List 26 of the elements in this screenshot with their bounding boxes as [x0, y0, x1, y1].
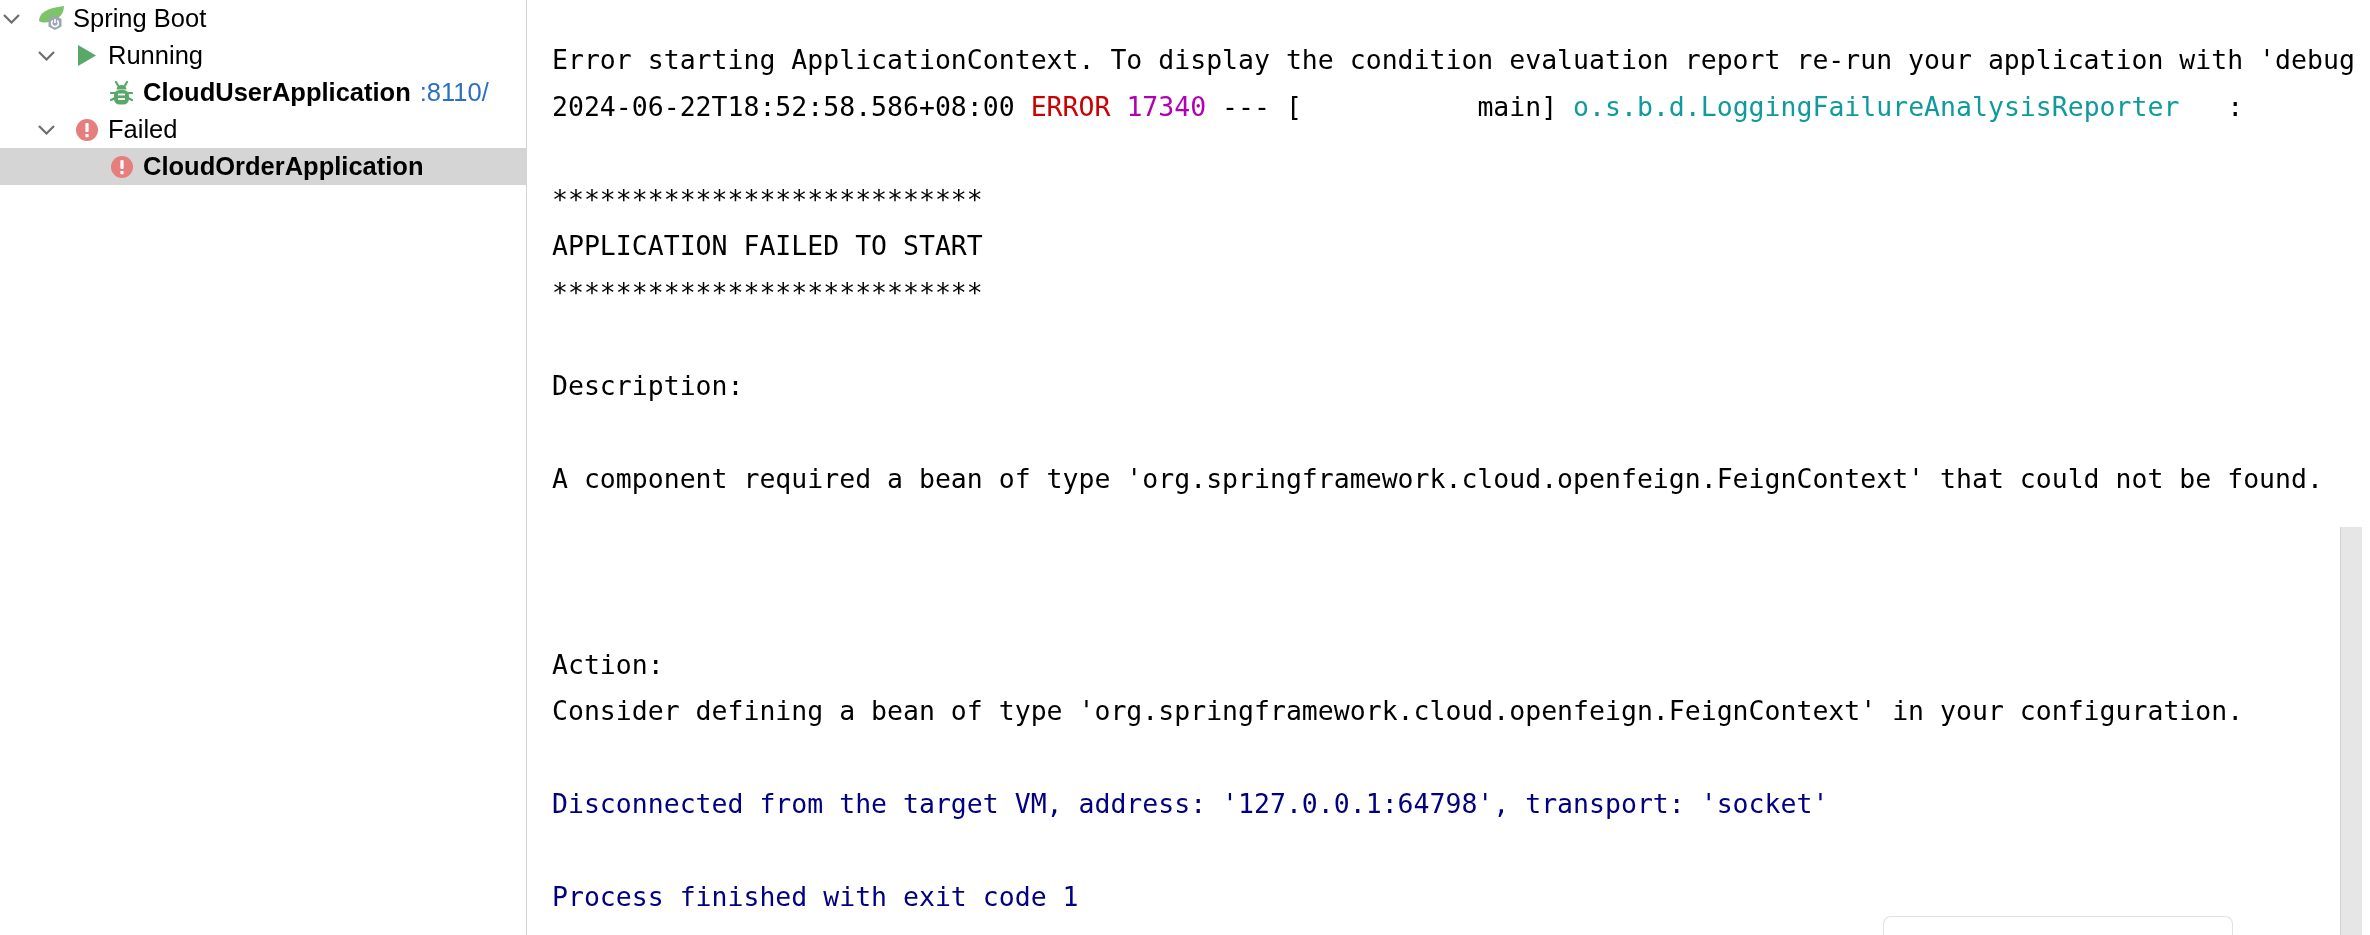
error-icon: [110, 155, 133, 178]
leaf-gear-icon: [37, 6, 66, 31]
chevron-down-icon[interactable]: [38, 124, 55, 135]
tree-item[interactable]: Running: [0, 37, 526, 74]
output-line: A component required a bean of type 'org.springframework.cloud.openfeign.FeignContext' that could not be found.: [552, 461, 2324, 496]
tree-item[interactable]: Failed: [0, 111, 526, 148]
tree-item[interactable]: CloudUserApplication :8110/: [0, 74, 526, 111]
chevron-down-icon[interactable]: [38, 50, 55, 61]
output-line: ***************************: [552, 275, 984, 310]
output-line: ***************************: [552, 182, 984, 217]
output-line: Action:: [552, 647, 665, 682]
system-message: Disconnected from the target VM, address: '127.0.0.1:64798', transport: 'socket': [552, 787, 1830, 821]
error-icon: [75, 118, 98, 141]
tree-item[interactable]: Spring Boot: [0, 0, 526, 37]
bug-icon: [110, 80, 133, 105]
output-line: Error starting ApplicationContext. To display the condition evaluation report re-run your application with 'debug: [552, 43, 2356, 77]
output-line: Description:: [552, 368, 745, 403]
port-link[interactable]: :8110/: [419, 78, 489, 107]
chevron-down-icon[interactable]: [3, 13, 20, 24]
play-icon: [77, 45, 96, 66]
tree-item[interactable]: CloudOrderApplication: [0, 148, 526, 185]
output-line: Consider defining a bean of type 'org.springframework.cloud.openfeign.FeignContext' in your configuration.: [552, 694, 2245, 728]
system-message: Process finished with exit code 1: [552, 880, 1080, 914]
log-line: 2024-06-22T18:52:58.586+08:00 ERROR 17340 --- [ main] o.s.b.d.LoggingFailureAnalysisReporter :: [552, 89, 2245, 124]
scrollbar-thumb[interactable]: [2340, 527, 2362, 935]
output-line: APPLICATION FAILED TO START: [552, 229, 984, 263]
